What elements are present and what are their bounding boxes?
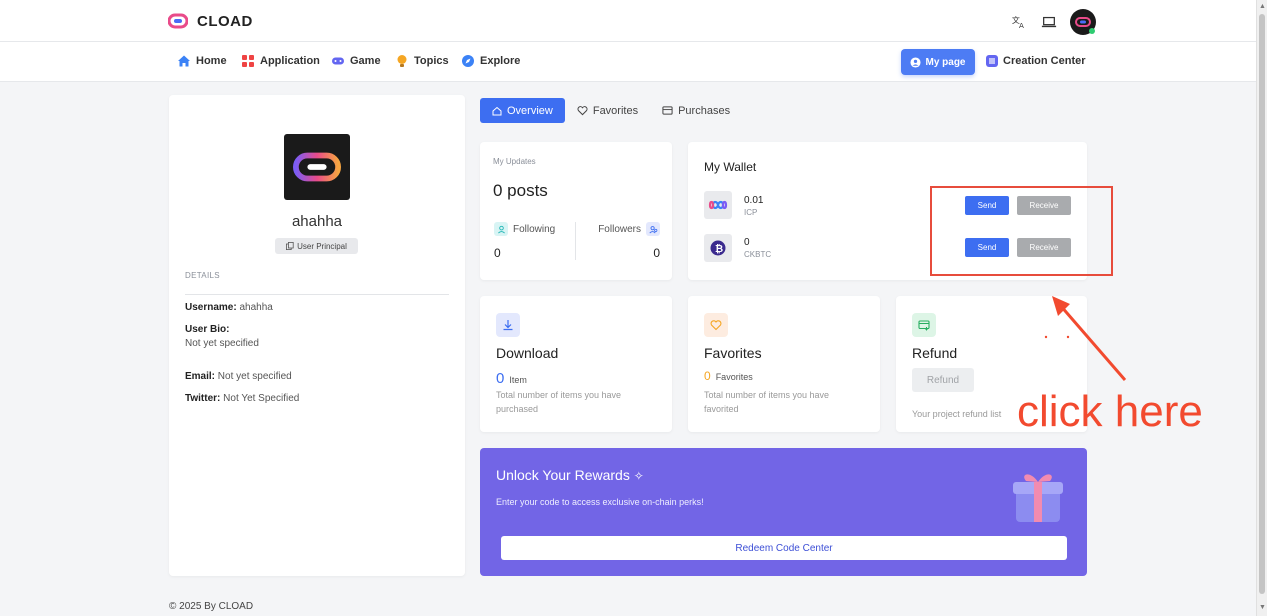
refund-button[interactable]: Refund [912, 368, 974, 392]
rewards-title: Unlock Your Rewards ✧ [496, 467, 644, 483]
scroll-thumb[interactable] [1259, 14, 1265, 594]
compass-icon [462, 55, 474, 67]
profile-avatar [284, 134, 350, 200]
download-title: Download [496, 345, 559, 361]
following-stat[interactable]: Following [494, 222, 555, 236]
following-count: 0 [494, 246, 501, 260]
creation-center-icon [986, 55, 998, 67]
profile-card: ahahha User Principal DETAILS Username: … [169, 95, 465, 576]
tab-overview[interactable]: Overview [480, 98, 565, 123]
favorites-count: 0 Favorites [704, 369, 753, 383]
nav-application[interactable]: Application [241, 54, 320, 68]
sparkle-icon: ✧ [633, 469, 644, 483]
ckbtc-amount: 0 [744, 237, 750, 248]
details-heading: DETAILS [185, 271, 220, 280]
user-principal-button[interactable]: User Principal [275, 238, 358, 254]
nav-explore[interactable]: Explore [461, 54, 520, 68]
download-icon [496, 313, 520, 337]
my-updates-card: My Updates 0 posts Following Followers 0… [480, 142, 672, 280]
favorites-card[interactable]: Favorites 0 Favorites Total number of it… [688, 296, 880, 432]
ckbtc-symbol: CKBTC [744, 250, 772, 259]
icp-symbol: ICP [744, 208, 758, 217]
user-circle-icon [910, 56, 922, 68]
rewards-subtitle: Enter your code to access exclusive on-c… [496, 497, 704, 507]
redeem-code-center-button[interactable]: Redeem Code Center [501, 536, 1067, 560]
refund-icon [912, 313, 936, 337]
cload-logo-icon [168, 13, 188, 29]
cload-logo-icon [293, 152, 341, 182]
download-card[interactable]: Download 0 Item Total number of items yo… [480, 296, 672, 432]
detail-twitter: Twitter: Not Yet Specified [185, 393, 300, 404]
users-icon [646, 222, 660, 236]
nav-home[interactable]: Home [177, 54, 227, 68]
footer-copyright: © 2025 By CLOAD [169, 601, 254, 612]
scroll-up-arrow-icon[interactable]: ▲ [1259, 3, 1266, 10]
top-bar: CLOAD 文A [0, 0, 1256, 42]
icp-amount: 0.01 [744, 195, 764, 206]
refund-title: Refund [912, 345, 958, 361]
favorites-description: Total number of items you have favorited [704, 390, 830, 414]
wallet-title: My Wallet [704, 160, 757, 174]
nav-bar: Home Application Game Topics Explore My … [0, 42, 1256, 82]
gamepad-icon [332, 57, 344, 65]
detail-username: Username: ahahha [185, 302, 273, 313]
grid-icon [242, 55, 254, 67]
copy-icon [286, 242, 294, 250]
nav-topics[interactable]: Topics [395, 54, 449, 68]
user-avatar[interactable] [1070, 9, 1096, 35]
translate-icon[interactable]: 文A [1010, 13, 1028, 31]
followers-count: 0 [653, 246, 660, 260]
favorites-title: Favorites [704, 345, 762, 361]
svg-text:A: A [1019, 21, 1024, 30]
gift-icon [1013, 474, 1063, 522]
divider [185, 294, 449, 295]
download-description: Total number of items you have purchased [496, 390, 622, 414]
lightbulb-icon [397, 55, 407, 67]
home-outline-icon [492, 106, 502, 115]
nav-game[interactable]: Game [331, 54, 381, 68]
page-scrollbar[interactable]: ▲ ▼ [1256, 0, 1267, 616]
heart-icon [577, 106, 588, 116]
posts-count: 0 posts [493, 181, 548, 200]
svg-text:₿: ₿ [715, 243, 723, 255]
annotation-arrow-icon [1044, 296, 1127, 381]
tab-purchases[interactable]: Purchases [650, 98, 742, 123]
profile-username: ahahha [291, 213, 343, 230]
profile-tabs: Overview Favorites Purchases [480, 98, 742, 123]
updates-title: My Updates [493, 157, 536, 166]
laptop-icon[interactable] [1040, 13, 1058, 31]
app-name: CLOAD [197, 12, 253, 30]
download-count: 0 Item [496, 370, 527, 387]
user-icon [494, 222, 508, 236]
creation-center-button[interactable]: Creation Center [986, 55, 1086, 67]
scroll-down-arrow-icon[interactable]: ▼ [1259, 604, 1266, 611]
logo[interactable]: CLOAD [168, 11, 253, 31]
annotation-click-here: click here [1017, 387, 1203, 436]
receipt-icon [662, 106, 673, 115]
my-page-button[interactable]: My page [901, 49, 975, 75]
followers-stat[interactable]: Followers [598, 222, 660, 236]
divider [575, 222, 576, 260]
tab-favorites[interactable]: Favorites [565, 98, 650, 123]
icp-token-icon [704, 191, 732, 219]
detail-bio: User Bio: Not yet specified [185, 324, 259, 349]
rewards-banner: Unlock Your Rewards ✧ Enter your code to… [480, 448, 1087, 576]
detail-email: Email: Not yet specified [185, 371, 292, 382]
annotation-highlight-box [930, 186, 1113, 276]
ckbtc-token-icon: ₿ [704, 234, 732, 262]
heart-icon [704, 313, 728, 337]
house-icon [178, 55, 190, 67]
